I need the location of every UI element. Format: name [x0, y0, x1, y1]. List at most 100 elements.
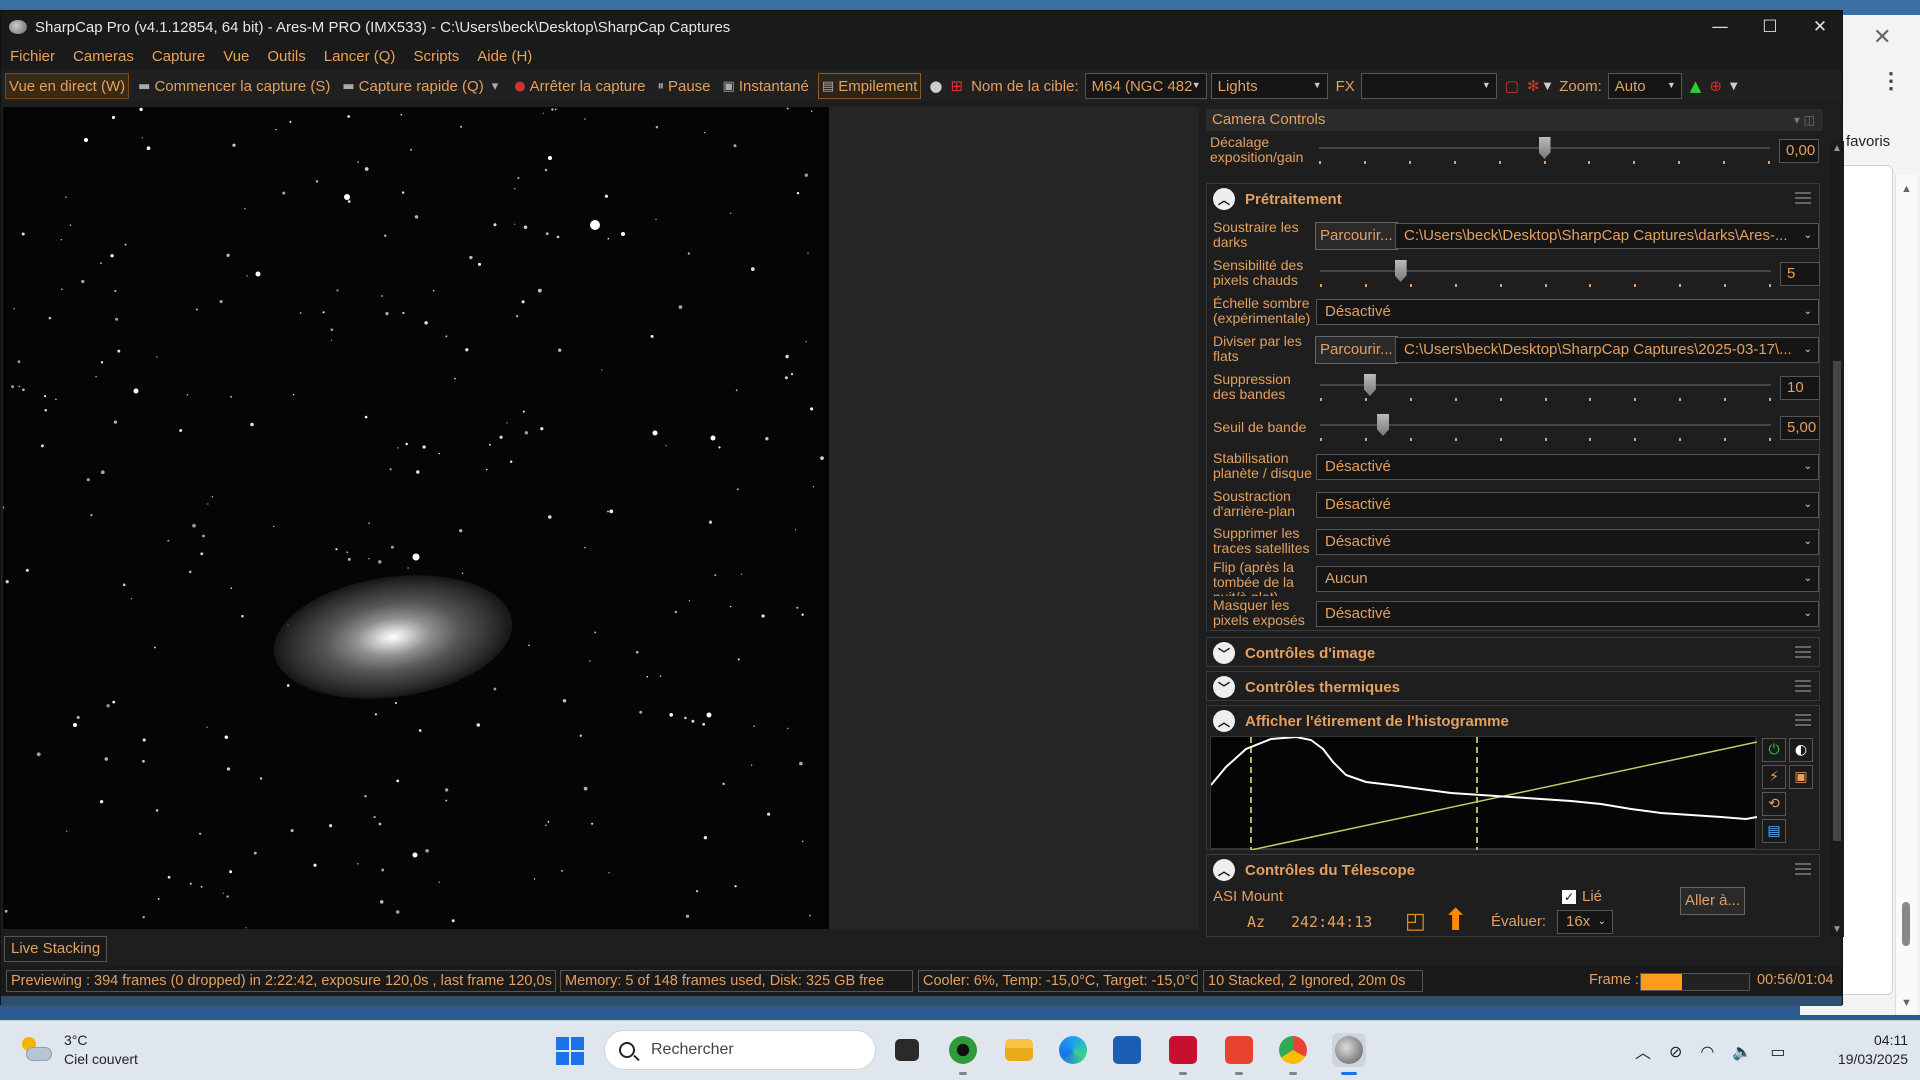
hot-pixel-slider[interactable] [1320, 260, 1771, 290]
menu-cameras[interactable]: Cameras [64, 48, 143, 65]
chevron-up-icon[interactable]: ︿ [1635, 1039, 1651, 1063]
start-capture-button[interactable]: ▬ Commencer la capture (S) [135, 73, 333, 99]
contrast-icon[interactable]: ◐ [1789, 738, 1813, 762]
live-view-button[interactable]: Vue en direct (W) [5, 73, 130, 99]
thermal-controls-section[interactable]: ﹀ Contrôles thermiques [1206, 671, 1820, 701]
chevron-up-icon[interactable]: ︿ [1213, 859, 1235, 881]
anydesk-icon[interactable] [1222, 1033, 1256, 1075]
histogram-icon[interactable]: ▲ [1690, 77, 1702, 95]
battery-icon[interactable]: ▭ [1770, 1042, 1785, 1061]
annotate-icon[interactable]: ⊞ [950, 77, 963, 95]
image-viewport[interactable] [3, 107, 1199, 929]
band-threshold-slider[interactable] [1320, 414, 1771, 444]
maximize-button[interactable]: ☐ [1745, 11, 1795, 43]
task-view-icon[interactable] [890, 1033, 924, 1067]
reset-icon[interactable]: ⟲ [1762, 792, 1786, 816]
goto-button[interactable]: Aller à... [1680, 887, 1746, 915]
snapshot-button[interactable]: ▣ Instantané [720, 73, 812, 99]
exposure-gain-value[interactable]: 0,00 [1779, 139, 1819, 163]
minimize-button[interactable]: — [1695, 11, 1745, 43]
edge-icon[interactable] [1056, 1033, 1090, 1067]
chrome-icon[interactable] [1276, 1033, 1310, 1075]
background-select[interactable]: Désactivé ⌄ [1316, 492, 1819, 518]
chevron-down-icon[interactable]: ▼ [1544, 81, 1552, 92]
lock-icon[interactable]: ▣ [1789, 765, 1813, 789]
windows-start-icon[interactable] [556, 1037, 584, 1065]
grid-icon[interactable]: ✻ [1527, 77, 1540, 95]
zoom-select[interactable]: Auto ▼ [1607, 73, 1682, 99]
target-name-select[interactable]: M64 (NGC 482 ▼ [1084, 73, 1207, 99]
menu-icon[interactable] [1795, 680, 1811, 692]
scroll-down-icon[interactable]: ▼ [1901, 997, 1912, 1009]
lightning-icon[interactable]: ⚡ [1762, 765, 1786, 789]
chevron-down-icon[interactable]: ﹀ [1213, 642, 1235, 664]
banding-value[interactable]: 10 [1780, 376, 1820, 400]
close-button[interactable]: ✕ [1795, 11, 1845, 43]
menu-icon[interactable] [1795, 646, 1811, 658]
linked-checkbox[interactable]: ✓ Lié [1562, 888, 1602, 905]
rate-select[interactable]: 16x ⌄ [1557, 910, 1613, 934]
telescope-header[interactable]: ︿ Contrôles du Télescope [1207, 855, 1819, 885]
histogram-display[interactable] [1210, 735, 1758, 851]
app-red-icon[interactable] [1166, 1033, 1200, 1075]
menu-vue[interactable]: Vue [214, 48, 258, 65]
browser-scroll-thumb[interactable] [1902, 902, 1910, 946]
scroll-up-icon[interactable]: ▲ [1901, 183, 1912, 195]
arrow-up-icon[interactable]: ⬆ [1443, 903, 1468, 938]
darks-path-select[interactable]: C:\Users\beck\Desktop\SharpCap Captures\… [1395, 223, 1819, 249]
browser-scrollbar[interactable]: ▲ ▼ [1895, 175, 1917, 1015]
store-icon[interactable] [1110, 1033, 1144, 1067]
taskbar-clock[interactable]: 04:11 19/03/2025 [1810, 1031, 1908, 1069]
save-icon[interactable]: ▤ [1762, 819, 1786, 843]
frame-icon[interactable]: ▢ [1505, 77, 1519, 95]
flip-select[interactable]: Aucun ⌄ [1316, 566, 1819, 592]
chevron-up-icon[interactable]: ︿ [1213, 710, 1235, 732]
menu-fichier[interactable]: Fichier [1, 48, 64, 65]
quick-capture-button[interactable]: ▬ Capture rapide (Q) ▾ [339, 73, 505, 99]
wifi-icon[interactable]: ◠ [1700, 1042, 1714, 1061]
camera-controls-scrollbar[interactable]: ▲ ▼ [1830, 141, 1844, 937]
banding-slider[interactable] [1320, 374, 1771, 404]
app-green-icon[interactable] [946, 1033, 980, 1075]
dark-scale-select[interactable]: Désactivé ⌄ [1316, 299, 1819, 325]
thermal-controls-header[interactable]: ﹀ Contrôles thermiques [1207, 672, 1819, 702]
target-icon[interactable]: ⊕ [1709, 77, 1722, 95]
stacking-button[interactable]: ▤ Empilement [817, 73, 922, 99]
band-threshold-value[interactable]: 5,00 [1780, 416, 1820, 440]
satellite-select[interactable]: Désactivé ⌄ [1316, 529, 1819, 555]
menu-icon[interactable] [1795, 192, 1811, 204]
hot-pixel-value[interactable]: 5 [1780, 262, 1820, 286]
sharpcap-taskbar-icon[interactable] [1332, 1033, 1366, 1075]
menu-outils[interactable]: Outils [258, 48, 314, 65]
exposure-gain-slider[interactable] [1319, 137, 1770, 167]
preprocessing-header[interactable]: ︿ Prétraitement [1207, 184, 1819, 214]
browse-darks-button[interactable]: Parcourir... [1315, 222, 1398, 250]
frame-type-select[interactable]: Lights ▼ [1210, 73, 1328, 99]
menu-capture[interactable]: Capture [143, 48, 214, 65]
live-stacking-tab[interactable]: Live Stacking [4, 936, 108, 962]
image-controls-section[interactable]: ﹀ Contrôles d'image [1206, 637, 1820, 667]
menu-aide[interactable]: Aide (H) [468, 48, 541, 65]
slider-thumb[interactable] [1377, 414, 1390, 436]
mask-select[interactable]: Désactivé ⌄ [1316, 601, 1819, 627]
browser-close-icon[interactable]: ✕ [1873, 25, 1891, 50]
weather-widget[interactable]: 3°C Ciel couvert [20, 1031, 138, 1069]
slider-thumb[interactable] [1538, 137, 1551, 159]
menu-scripts[interactable]: Scripts [404, 48, 468, 65]
fx-select[interactable]: ▼ [1360, 73, 1497, 99]
file-explorer-icon[interactable] [1002, 1033, 1036, 1067]
scroll-down-icon[interactable]: ▼ [1832, 924, 1842, 935]
slider-thumb[interactable] [1394, 260, 1407, 282]
power-icon[interactable]: ⏻ [1762, 738, 1786, 762]
pause-button[interactable]: ⏸ Pause [654, 73, 713, 99]
browser-more-icon[interactable]: ⋮ [1880, 70, 1902, 92]
flats-path-select[interactable]: C:\Users\beck\Desktop\SharpCap Captures\… [1395, 337, 1819, 363]
chevron-down-icon[interactable]: ▾ [492, 79, 499, 94]
network-off-icon[interactable]: ⊘ [1669, 1042, 1682, 1061]
scroll-thumb[interactable] [1833, 361, 1841, 841]
chevron-up-icon[interactable]: ︿ [1213, 188, 1235, 210]
browse-flats-button[interactable]: Parcourir... [1315, 336, 1398, 364]
slew-icon[interactable]: ◰ [1405, 909, 1426, 934]
taskbar-search[interactable]: Rechercher [604, 1030, 876, 1070]
menu-icon[interactable] [1795, 714, 1811, 726]
